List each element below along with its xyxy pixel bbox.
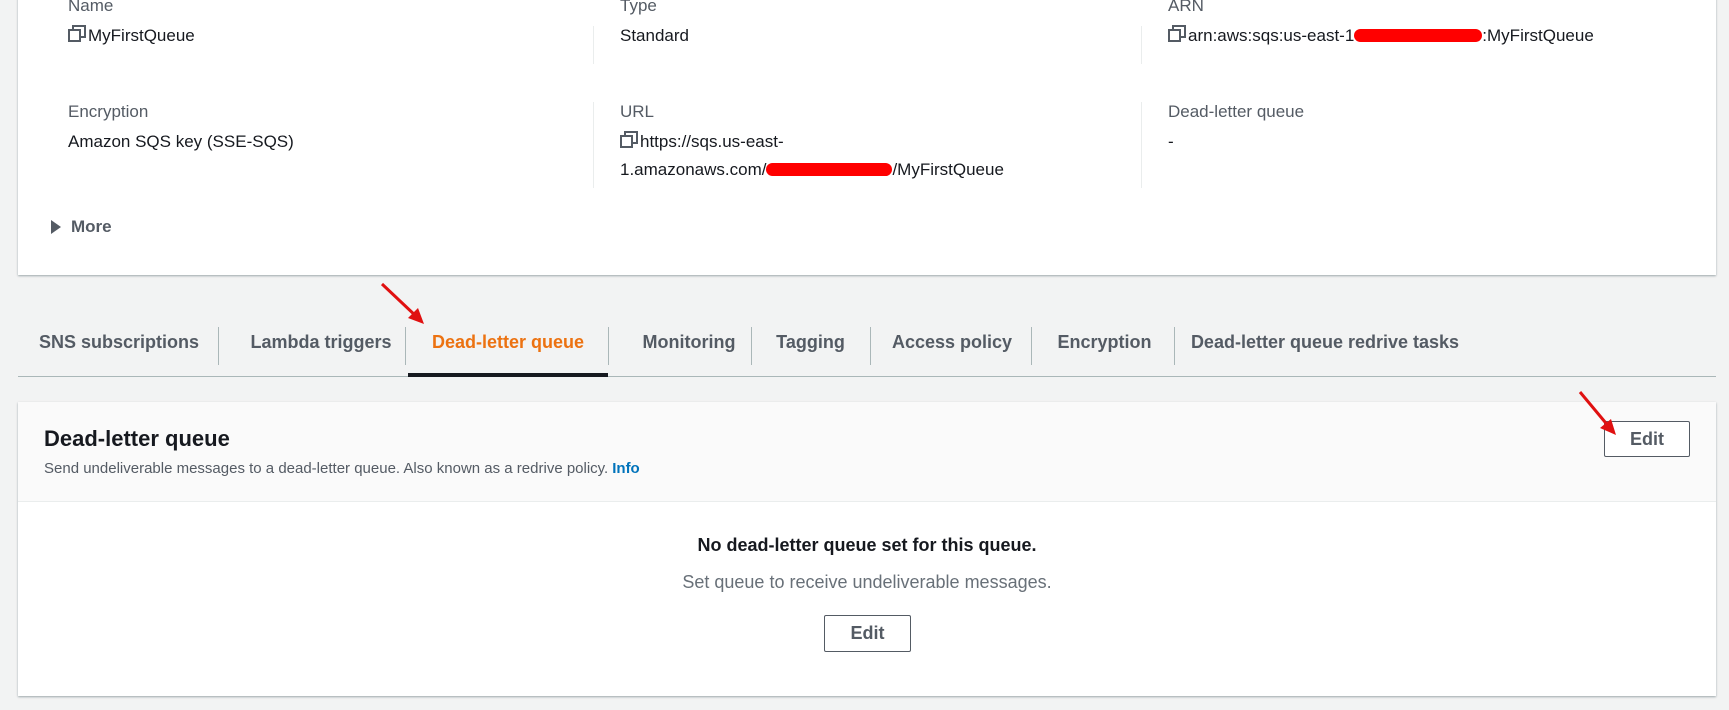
arn-label: ARN <box>1168 0 1204 15</box>
arn-prefix: arn:aws:sqs:us-east-1 <box>1188 26 1355 45</box>
empty-state-description: Set queue to receive undeliverable messa… <box>682 572 1052 592</box>
dlq-label: Dead-letter queue <box>1168 102 1305 121</box>
column-divider <box>593 102 594 188</box>
tab-sns-subscriptions[interactable]: SNS subscriptions <box>18 308 220 376</box>
panel-header: Dead-letter queue Send undeliverable mes… <box>18 402 1716 502</box>
url-label: URL <box>620 102 655 121</box>
panel-description-text: Send undeliverable messages to a dead-le… <box>44 460 609 477</box>
panel-title: Dead-letter queue <box>44 426 230 451</box>
url-value: https://sqs.us-east- 1.amazonaws.com/ /My… <box>620 129 1004 183</box>
red-arrow-icon <box>380 282 424 324</box>
tab-encryption[interactable]: Encryption <box>1032 308 1177 376</box>
dead-letter-queue-panel: Dead-letter queue Send undeliverable mes… <box>18 402 1716 696</box>
more-expander[interactable]: More <box>51 217 112 237</box>
copy-icon[interactable] <box>1168 25 1186 51</box>
type-label: Type <box>620 0 657 15</box>
empty-state-title: No dead-letter queue set for this queue. <box>697 535 1037 555</box>
column-divider <box>1141 26 1142 64</box>
column-divider <box>593 26 594 64</box>
name-value: MyFirstQueue <box>68 23 195 51</box>
tab-monitoring[interactable]: Monitoring <box>609 308 769 376</box>
panel-description: Send undeliverable messages to a dead-le… <box>44 460 640 477</box>
tab-tagging[interactable]: Tagging <box>752 308 869 376</box>
caret-right-icon <box>51 220 61 234</box>
tab-dead-letter-queue-redrive-tasks[interactable]: Dead-letter queue redrive tasks <box>1175 308 1475 376</box>
url-line-2-suffix: /MyFirstQueue <box>892 160 1004 179</box>
more-label: More <box>71 217 112 236</box>
type-value: Standard <box>620 26 689 45</box>
redaction-mark <box>766 163 893 176</box>
info-link[interactable]: Info <box>612 460 640 477</box>
name-text: MyFirstQueue <box>88 26 195 45</box>
name-label: Name <box>68 0 114 15</box>
arn-suffix: :MyFirstQueue <box>1482 26 1594 45</box>
tab-dead-letter-queue[interactable]: Dead-letter queue <box>408 308 608 377</box>
encryption-value: Amazon SQS key (SSE-SQS) <box>68 132 294 151</box>
url-line-1: https://sqs.us-east- <box>640 132 784 151</box>
queue-details-card: Name MyFirstQueue Type Standard ARN arn:… <box>18 0 1716 275</box>
redaction-mark <box>1354 29 1483 42</box>
copy-icon[interactable] <box>68 25 86 51</box>
tab-bar: SNS subscriptions Lambda triggers Dead-l… <box>18 308 1716 377</box>
column-divider <box>1141 102 1142 188</box>
tab-access-policy[interactable]: Access policy <box>871 308 1033 376</box>
url-line-2-prefix: 1.amazonaws.com/ <box>620 160 767 179</box>
tab-divider <box>405 327 406 365</box>
arn-value: arn:aws:sqs:us-east-1 :MyFirstQueue <box>1168 23 1594 51</box>
copy-icon[interactable] <box>620 131 638 157</box>
dlq-value: - <box>1168 132 1174 151</box>
red-arrow-icon <box>1578 391 1616 435</box>
encryption-label: Encryption <box>68 102 149 121</box>
empty-state-edit-button[interactable]: Edit <box>824 615 911 652</box>
